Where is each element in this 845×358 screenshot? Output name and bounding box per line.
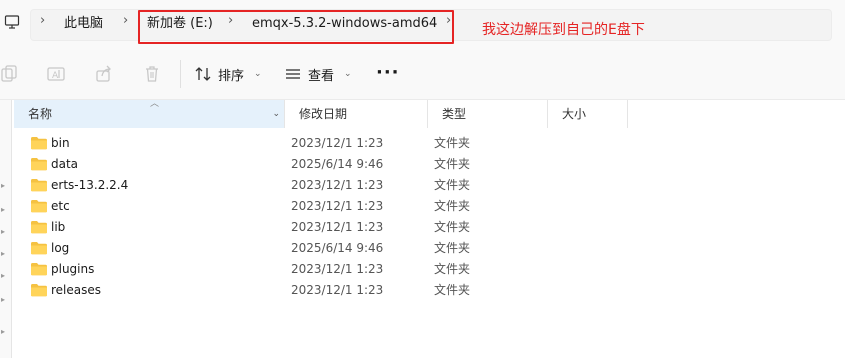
file-type: 文件夹 bbox=[434, 136, 471, 150]
sort-button[interactable]: 排序 ⌄ bbox=[194, 62, 262, 86]
file-date: 2025/6/14 9:46 bbox=[291, 157, 384, 171]
nav-expand-icon[interactable]: ▸ bbox=[1, 182, 9, 190]
file-type: 文件夹 bbox=[434, 262, 471, 276]
file-date: 2023/12/1 1:23 bbox=[291, 262, 384, 276]
file-row[interactable]: erts-13.2.2.4 2023/12/1 1:23 文件夹 bbox=[14, 175, 845, 196]
view-label: 查看 bbox=[308, 68, 335, 84]
command-bar: A 排序 ⌄ 查看 ⌄ ··· bbox=[0, 48, 845, 100]
file-name[interactable]: bin bbox=[51, 134, 70, 153]
breadcrumb-this-pc[interactable]: 此电脑 bbox=[64, 15, 103, 33]
chevron-down-icon[interactable]: ⌄ bbox=[272, 100, 280, 128]
share-icon[interactable] bbox=[94, 64, 114, 84]
nav-expand-icon[interactable]: ▸ bbox=[1, 328, 9, 336]
sort-icon bbox=[195, 67, 211, 81]
file-name[interactable]: log bbox=[51, 239, 69, 258]
navigation-pane: ▸ ▸ ▸ ▸ ▸ ▸ ▸ bbox=[0, 100, 12, 358]
column-header-date[interactable]: 修改日期 bbox=[285, 100, 428, 128]
column-header-size[interactable]: 大小 bbox=[548, 100, 628, 128]
folder-icon bbox=[31, 200, 47, 213]
nav-expand-icon[interactable]: ▸ bbox=[1, 250, 9, 258]
toolbar-separator bbox=[180, 60, 181, 88]
file-row[interactable]: bin 2023/12/1 1:23 文件夹 bbox=[14, 133, 845, 154]
chevron-right-icon[interactable]: › bbox=[40, 14, 50, 28]
rename-icon[interactable]: A bbox=[46, 64, 66, 84]
column-header-type[interactable]: 类型 bbox=[428, 100, 548, 128]
folder-icon bbox=[31, 242, 47, 255]
file-date: 2023/12/1 1:23 bbox=[291, 136, 384, 150]
delete-icon[interactable] bbox=[142, 64, 162, 84]
column-header-name[interactable]: ︿ 名称 ⌄ bbox=[14, 100, 285, 128]
file-row[interactable]: etc 2023/12/1 1:23 文件夹 bbox=[14, 196, 845, 217]
column-type-label: 类型 bbox=[442, 107, 467, 121]
file-date: 2023/12/1 1:23 bbox=[291, 220, 384, 234]
annotation-text: 我这边解压到自己的E盘下 bbox=[482, 22, 645, 38]
file-name[interactable]: data bbox=[51, 155, 78, 174]
folder-icon bbox=[31, 221, 47, 234]
chevron-right-icon[interactable]: › bbox=[123, 14, 133, 28]
file-row[interactable]: releases 2023/12/1 1:23 文件夹 bbox=[14, 280, 845, 301]
file-type: 文件夹 bbox=[434, 178, 471, 192]
nav-expand-icon[interactable]: ▸ bbox=[1, 228, 9, 236]
file-row[interactable]: plugins 2023/12/1 1:23 文件夹 bbox=[14, 259, 845, 280]
file-type: 文件夹 bbox=[434, 157, 471, 171]
file-explorer-window: › 此电脑 › 新加卷 (E:) › emqx-5.3.2-windows-am… bbox=[0, 0, 845, 358]
file-name[interactable]: plugins bbox=[51, 260, 94, 279]
column-size-label: 大小 bbox=[562, 107, 587, 121]
file-list: bin 2023/12/1 1:23 文件夹 data 2025/6/14 9:46 文件… bbox=[14, 133, 845, 301]
view-icon bbox=[286, 69, 300, 79]
nav-expand-icon[interactable]: ▸ bbox=[1, 206, 9, 214]
column-date-label: 修改日期 bbox=[299, 107, 348, 121]
file-name[interactable]: releases bbox=[51, 281, 101, 300]
column-name-label: 名称 bbox=[28, 107, 53, 121]
svg-text:A: A bbox=[52, 71, 59, 81]
chevron-down-icon: ⌄ bbox=[344, 69, 352, 79]
file-row[interactable]: log 2025/6/14 9:46 文件夹 bbox=[14, 238, 845, 259]
file-type: 文件夹 bbox=[434, 283, 471, 297]
sort-ascending-icon: ︿ bbox=[150, 99, 160, 109]
copy-icon[interactable] bbox=[0, 64, 20, 84]
column-header-row: ︿ 名称 ⌄ 修改日期 类型 大小 bbox=[14, 100, 845, 128]
folder-icon bbox=[31, 179, 47, 192]
file-date: 2023/12/1 1:23 bbox=[291, 283, 384, 297]
folder-icon bbox=[31, 284, 47, 297]
file-date: 2025/6/14 9:46 bbox=[291, 241, 384, 255]
address-bar: › 此电脑 › 新加卷 (E:) › emqx-5.3.2-windows-am… bbox=[0, 0, 845, 48]
view-button[interactable]: 查看 ⌄ bbox=[284, 62, 352, 86]
nav-expand-icon[interactable]: ▸ bbox=[1, 296, 9, 304]
file-name[interactable]: lib bbox=[51, 218, 65, 237]
nav-expand-icon[interactable]: ▸ bbox=[1, 272, 9, 280]
file-type: 文件夹 bbox=[434, 241, 471, 255]
chevron-down-icon: ⌄ bbox=[254, 69, 262, 79]
file-date: 2023/12/1 1:23 bbox=[291, 199, 384, 213]
file-type: 文件夹 bbox=[434, 220, 471, 234]
sort-label: 排序 bbox=[218, 68, 245, 84]
file-row[interactable]: lib 2023/12/1 1:23 文件夹 bbox=[14, 217, 845, 238]
file-name[interactable]: erts-13.2.2.4 bbox=[51, 176, 128, 195]
red-highlight-box bbox=[138, 10, 454, 44]
computer-icon[interactable] bbox=[4, 14, 20, 30]
folder-icon bbox=[31, 263, 47, 276]
file-type: 文件夹 bbox=[434, 199, 471, 213]
folder-icon bbox=[31, 137, 47, 150]
folder-icon bbox=[31, 158, 47, 171]
file-row[interactable]: data 2025/6/14 9:46 文件夹 bbox=[14, 154, 845, 175]
more-options-button[interactable]: ··· bbox=[376, 64, 400, 82]
file-name[interactable]: etc bbox=[51, 197, 70, 216]
file-date: 2023/12/1 1:23 bbox=[291, 178, 384, 192]
